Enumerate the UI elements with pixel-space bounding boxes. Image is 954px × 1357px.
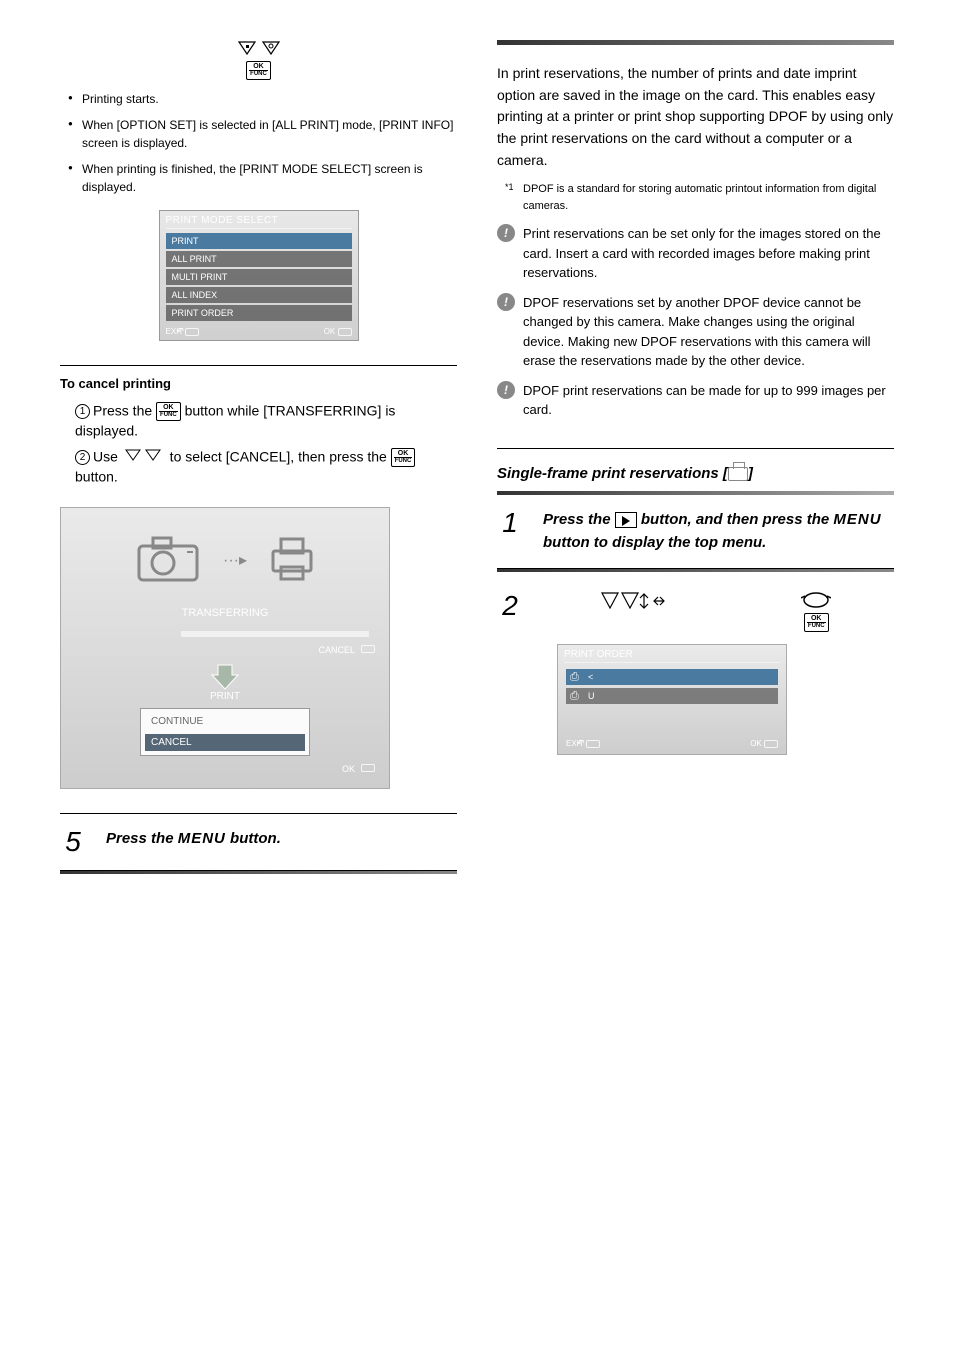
bullet-1: Printing starts. (68, 90, 457, 108)
lcd-print-order: PRINT ORDER ⎙< ⎙U EXIT OK (557, 644, 787, 755)
cancel-heading: To cancel printing (60, 376, 457, 391)
all-print-icon: ⎙ (570, 690, 579, 703)
lcd-order-title: PRINT ORDER (558, 645, 786, 662)
ok-func-icon: OKFUNC (156, 402, 181, 421)
cancel-step-2: 2Use to select [CANCEL], then press the … (75, 447, 457, 487)
ok-btn-icon-2 (361, 764, 375, 772)
warning-2: ! DPOF reservations set by another DPOF … (497, 293, 894, 371)
step-1: 1 Press the button, and then press the M… (497, 509, 894, 554)
camera-icon (133, 532, 203, 587)
opt-single: ⎙< (566, 669, 778, 685)
dial-icon (801, 598, 831, 613)
warning-3: ! DPOF print reservations can be made fo… (497, 381, 894, 420)
step-1-num: 1 (497, 509, 523, 537)
lcd-row-multi: MULTI PRINT (166, 269, 352, 285)
step-1-desc: Press the button, and then press the MEN… (543, 509, 894, 554)
lcd-row-allindex: ALL INDEX (166, 287, 352, 303)
cancel-label: CANCEL (318, 645, 355, 655)
warning-1: ! Print reservations can be set only for… (497, 224, 894, 283)
ok-label: OK (342, 764, 355, 774)
lcd-row-order: PRINT ORDER (166, 305, 352, 321)
lcd-order-exit: EXIT (566, 739, 600, 748)
arrow-to-icon: ···▸ (223, 550, 247, 570)
ok-func-icon-3: OKFUNC (804, 613, 829, 632)
lcd-ok: OK (324, 327, 352, 336)
arrows-vert-icon (229, 46, 289, 61)
step-2: 2 OKFUNC (497, 590, 894, 632)
lcd-title: PRINT MODE SELECT (160, 211, 358, 228)
ok-btn-icon (361, 645, 375, 653)
circled-1-icon: 1 (75, 404, 90, 419)
arrows-icon (122, 448, 166, 468)
playback-button-icon (615, 512, 637, 528)
down-arrow-icon (210, 661, 240, 691)
footnote-text: DPOF is a standard for storing automatic… (523, 183, 876, 212)
bullet-2: When [OPTION SET] is selected in [ALL PR… (68, 116, 457, 152)
bullet-list: Printing starts. When [OPTION SET] is se… (60, 90, 457, 196)
back-icon (586, 740, 600, 748)
step-5-desc: Press the MENU button. (106, 828, 457, 851)
opt-cancel: CANCEL (145, 734, 305, 751)
circled-2-icon: 2 (75, 450, 90, 465)
back-btn-icon (185, 328, 199, 336)
printer-icon (267, 533, 317, 586)
warning-icon: ! (497, 224, 515, 242)
single-frame-heading: Single-frame print reservations [] (497, 463, 894, 486)
footnote: *1 DPOF is a standard for storing automa… (497, 181, 894, 214)
bullet-3: When printing is finished, the [PRINT MO… (68, 160, 457, 196)
popup: CONTINUE CANCEL (140, 708, 310, 756)
progress-bar (181, 631, 369, 637)
print-order-icon (728, 467, 748, 481)
warning-icon: ! (497, 381, 515, 399)
step-5-num: 5 (60, 828, 86, 856)
ok-func-icon-2: OKFUNC (391, 448, 416, 467)
left-column: OKFUNC Printing starts. When [OPTION SET… (60, 40, 457, 874)
lcd-row-print: PRINT (166, 233, 352, 249)
popup-title: PRINT (61, 691, 389, 702)
lcd-transferring: ···▸ TRANSFERRING CANCEL PRINT CONTINUE … (60, 507, 390, 789)
transferring-label: TRANSFERRING (61, 607, 389, 619)
ok-icon (764, 740, 778, 748)
step-2-num: 2 (497, 590, 523, 622)
lcd-print-mode: PRINT MODE SELECT PRINT ALL PRINT MULTI … (159, 210, 359, 341)
opt-all: ⎙U (566, 688, 778, 704)
opt-continue: CONTINUE (145, 713, 305, 730)
lcd-order-ok: OK (750, 739, 778, 748)
ok-btn-icon (338, 328, 352, 336)
lcd-row-allprint: ALL PRINT (166, 251, 352, 267)
footnote-sup: *1 (505, 181, 514, 195)
right-column: In print reservations, the number of pri… (497, 40, 894, 874)
cancel-step-1: 1Press the OKFUNC button while [TRANSFER… (75, 401, 457, 441)
ok-func-button-icon: OKFUNC (246, 61, 271, 80)
warning-icon: ! (497, 293, 515, 311)
step-5: 5 Press the MENU button. (60, 828, 457, 856)
reservation-para: In print reservations, the number of pri… (497, 63, 894, 171)
lcd-exit: EXIT (166, 327, 200, 336)
single-print-icon: ⎙ (570, 671, 579, 684)
arrows-4way-icon (596, 600, 666, 615)
